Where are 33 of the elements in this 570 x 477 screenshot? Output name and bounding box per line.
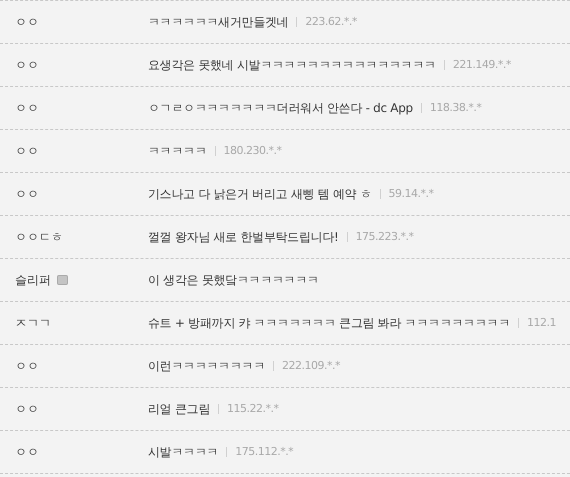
comment-text: 이런ㅋㅋㅋㅋㅋㅋㅋㅋ xyxy=(148,358,266,375)
nickname: ㅇㅇ xyxy=(15,358,39,375)
comment-text: 리얼 큰그림 xyxy=(148,401,210,418)
nickname: ㅈㄱㄱ xyxy=(15,315,51,332)
ip-address: 59.14.*.* xyxy=(388,186,434,202)
nickname: ㅇㅇ xyxy=(15,143,39,160)
ip-address: 175.223.*.* xyxy=(356,228,414,245)
nickname: ㅇㅇ xyxy=(15,100,39,117)
nickname: ㅇㅇ xyxy=(15,57,39,74)
ip-address: 180.230.*.* xyxy=(224,142,282,159)
ip-address: 115.22.*.* xyxy=(227,400,278,417)
nickname: ㅇㅇㄷㅎ xyxy=(15,229,63,246)
ip-address: 222.109.*.* xyxy=(282,358,340,374)
comment-text: 껄껄 왕자님 새로 한벌부탁드립니다! xyxy=(148,229,339,246)
comment-text: 이 생각은 못했닼ㅋㅋㅋㅋㅋㅋㅋ xyxy=(148,272,319,289)
member-icon xyxy=(57,275,68,285)
ip-address: 221.149.*.* xyxy=(452,56,511,73)
comment-text: 기스나고 다 낡은거 버리고 새삥 템 예약 ㅎ xyxy=(148,186,372,203)
nickname: ㅇㅇ xyxy=(15,444,39,461)
nickname: 슬리퍼 xyxy=(15,272,51,289)
nickname: ㅇㅇ xyxy=(15,14,39,31)
ip-address: 175.112.*.* xyxy=(235,444,294,460)
ip-address: 223.62.*.* xyxy=(305,14,357,30)
comment-text: 시발ㅋㅋㅋㅋ xyxy=(148,444,218,461)
ip-address: 118.38.*.* xyxy=(430,100,482,116)
comment-text: ㅋㅋㅋㅋㅋㅋ새거만들겟네 xyxy=(148,14,288,31)
ip-address: 112.1 xyxy=(526,314,556,331)
comment-text: 요생각은 못했네 시발ㅋㅋㅋㅋㅋㅋㅋㅋㅋㅋㅋㅋㅋㅋㅋ xyxy=(148,57,436,74)
comment-text: ㅋㅋㅋㅋㅋ xyxy=(148,143,207,160)
nickname: ㅇㅇ xyxy=(15,186,39,203)
nickname: ㅇㅇ xyxy=(15,401,39,418)
comment-text: 슈트 + 방패까지 캬 ㅋㅋㅋㅋㅋㅋㅋ 큰그림 봐라 ㅋㅋㅋㅋㅋㅋㅋㅋㅋ xyxy=(148,315,510,332)
comment-text: ㅇㄱㄹㅇㅋㅋㅋㅋㅋㅋㅋ더러워서 안쓴다 - dc App xyxy=(148,100,413,117)
